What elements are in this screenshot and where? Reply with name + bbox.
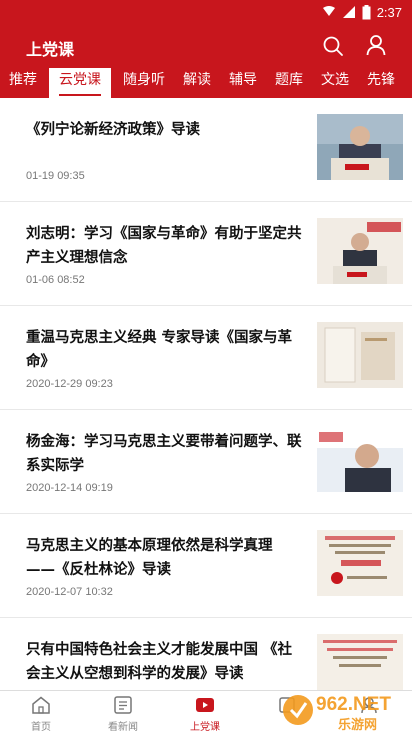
article-thumbnail bbox=[317, 426, 403, 492]
article-thumbnail bbox=[317, 530, 403, 596]
tab-xianfeng[interactable]: 先锋 bbox=[361, 68, 401, 98]
clock: 2:37 bbox=[376, 4, 402, 20]
nav-news[interactable]: 看新闻 bbox=[82, 691, 164, 734]
article-title: 马克思主义的基本原理依然是科学真理 ——《反杜林论》导读 bbox=[26, 538, 273, 578]
tab-tuijian[interactable]: 推荐 bbox=[3, 68, 43, 98]
article-thumbnail bbox=[317, 218, 403, 284]
tab-tiku[interactable]: 题库 bbox=[269, 68, 309, 98]
play-icon bbox=[196, 698, 214, 712]
article-title: 《列宁论新经济政策》导读 bbox=[26, 122, 200, 138]
status-bar: 2:37 bbox=[0, 0, 412, 24]
battery-icon bbox=[362, 4, 371, 19]
article-thumbnail bbox=[317, 114, 403, 180]
tab-wenxuan[interactable]: 文选 bbox=[315, 68, 355, 98]
tab-yundangke[interactable]: 云党课 bbox=[49, 68, 111, 98]
nav-label: 上党课 bbox=[190, 722, 220, 733]
nav-label: 看新闻 bbox=[108, 722, 138, 733]
article-title: 只有中国特色社会主义才能发展中国 《社会主义从空想到科学的发展》导读 bbox=[26, 642, 293, 682]
page-title: 上党课 bbox=[26, 40, 75, 59]
article-list: 《列宁论新经济政策》导读 01-19 09:35 刘志明：学习《国家与革命》有助… bbox=[0, 98, 412, 690]
list-item[interactable]: 只有中国特色社会主义才能发展中国 《社会主义从空想到科学的发展》导读 bbox=[0, 618, 412, 690]
tab-suishenting[interactable]: 随身听 bbox=[117, 68, 171, 98]
home-icon bbox=[32, 696, 50, 714]
article-title: 刘志明：学习《国家与革命》有助于坚定共产主义理想信念 bbox=[26, 226, 302, 266]
watermark-logo: 962.NET 乐游网 bbox=[283, 694, 391, 733]
signal-icon bbox=[322, 6, 335, 16]
tab-jiedu[interactable]: 解读 bbox=[177, 68, 217, 98]
nav-home[interactable]: 首页 bbox=[0, 691, 82, 734]
list-item[interactable]: 刘志明：学习《国家与革命》有助于坚定共产主义理想信念 01-06 08:52 bbox=[0, 202, 412, 306]
list-item[interactable]: 重温马克思主义经典 专家导读《国家与革命》 2020-12-29 09:23 bbox=[0, 306, 412, 410]
category-tabs: 推荐 云党课 随身听 解读 辅导 题库 文选 先锋 bbox=[0, 68, 412, 98]
list-item[interactable]: 《列宁论新经济政策》导读 01-19 09:35 bbox=[0, 98, 412, 202]
app-bar: 上党课 bbox=[0, 24, 412, 68]
svg-text:乐游网: 乐游网 bbox=[338, 717, 377, 733]
status-icons: 2:37 bbox=[322, 3, 402, 21]
article-date: 2020-12-14 09:19 bbox=[26, 482, 113, 494]
article-date: 2020-12-07 10:32 bbox=[26, 586, 113, 598]
article-date: 01-06 08:52 bbox=[26, 274, 85, 286]
svg-text:962.NET: 962.NET bbox=[316, 694, 391, 715]
list-item[interactable]: 杨金海：学习马克思主义要带着问题学、联系实际学 2020-12-14 09:19 bbox=[0, 410, 412, 514]
nav-dangke[interactable]: 上党课 bbox=[164, 691, 246, 734]
cellular-icon bbox=[342, 6, 355, 18]
article-date: 01-19 09:35 bbox=[26, 170, 85, 182]
article-date: 2020-12-29 09:23 bbox=[26, 378, 113, 390]
article-title: 重温马克思主义经典 专家导读《国家与革命》 bbox=[26, 330, 293, 370]
list-item[interactable]: 马克思主义的基本原理依然是科学真理 ——《反杜林论》导读 2020-12-07 … bbox=[0, 514, 412, 618]
article-thumbnail bbox=[317, 322, 403, 388]
user-icon[interactable] bbox=[365, 34, 387, 56]
article-thumbnail bbox=[317, 634, 403, 690]
article-title: 杨金海：学习马克思主义要带着问题学、联系实际学 bbox=[26, 434, 302, 474]
tab-fudao[interactable]: 辅导 bbox=[223, 68, 263, 98]
nav-label: 首页 bbox=[31, 722, 51, 733]
search-icon[interactable] bbox=[322, 35, 344, 57]
news-icon bbox=[114, 696, 132, 714]
